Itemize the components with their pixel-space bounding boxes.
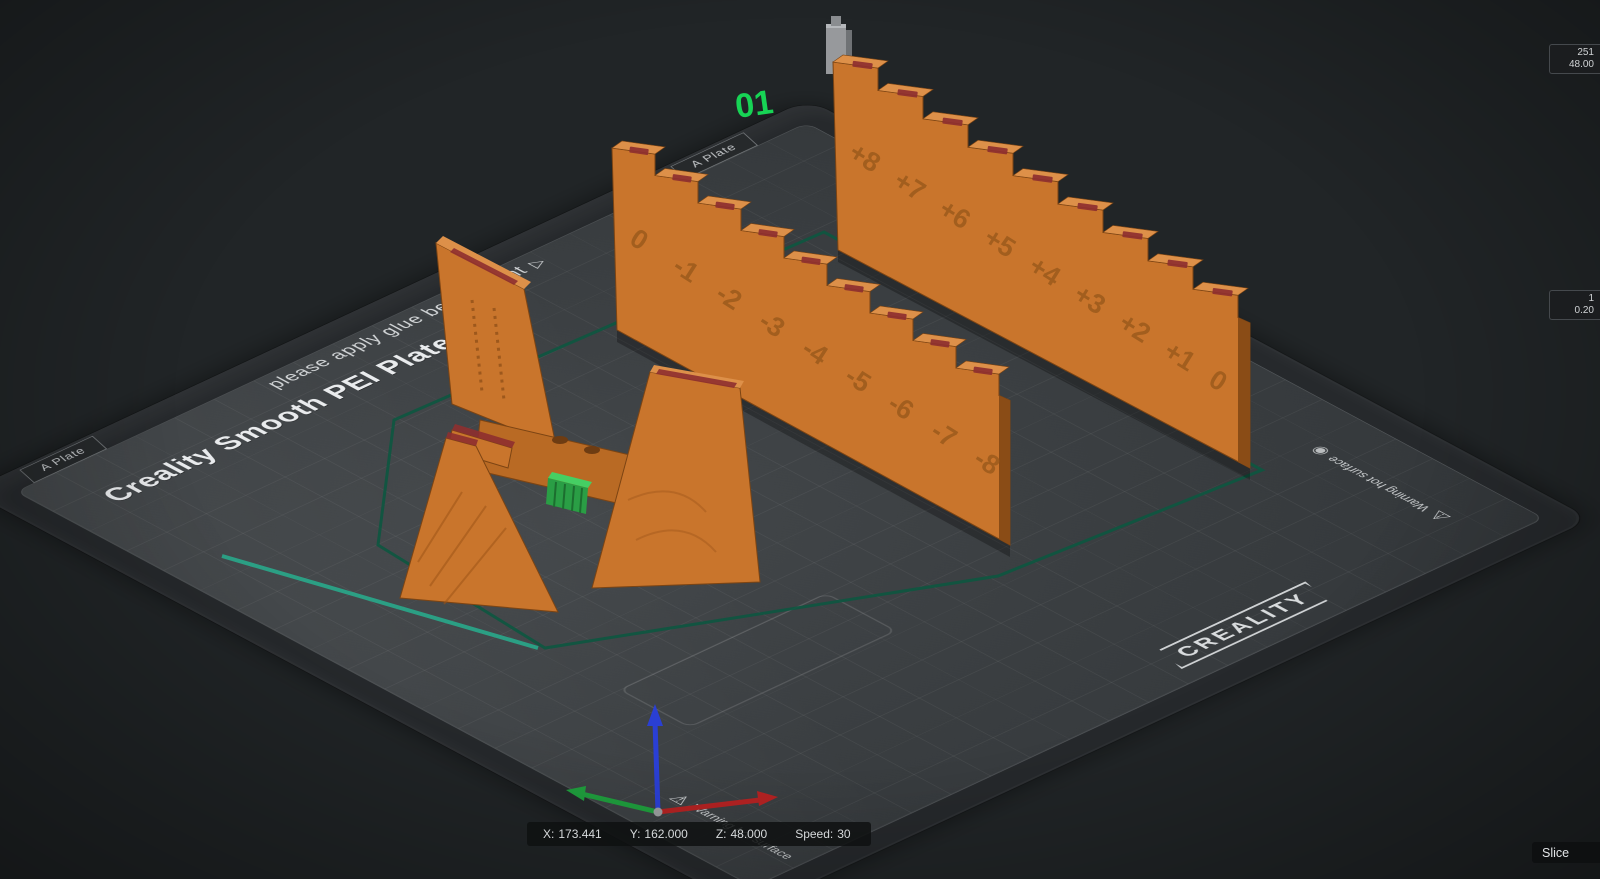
axis-z-arrow — [655, 722, 658, 812]
slice-button[interactable]: Slice — [1532, 842, 1600, 863]
status-z: Z:48.000 — [716, 827, 771, 841]
tower-side — [999, 396, 1010, 546]
status-x-value: 173.441 — [558, 827, 601, 841]
axis-z-arrowhead — [647, 704, 663, 726]
layer-slider-bottom-indicator[interactable]: 1 0.20 — [1549, 290, 1600, 320]
tower-side — [1238, 318, 1250, 468]
axis-x-arrow — [658, 800, 760, 812]
slice-button-label: Slice — [1542, 846, 1569, 860]
slicer-viewport: A Plate A Plate please apply glue before… — [0, 0, 1600, 879]
status-y-value: 162.000 — [644, 827, 687, 841]
layer-slider-top-indicator[interactable]: 251 48.00 — [1549, 44, 1600, 74]
status-bar: X: 173.441 Y:162.000 Z:48.000 Speed: 30 — [527, 822, 871, 846]
scene-overlay: +8 +7 +6 +5 +4 +3 +2 +1 0 — [0, 0, 1600, 879]
fixture-hole — [552, 436, 568, 444]
axis-gizmo — [566, 704, 778, 817]
status-y: Y:162.000 — [630, 827, 692, 841]
status-y-label: Y: — [630, 827, 641, 841]
layer-top-number: 251 — [1556, 47, 1594, 59]
axis-x-arrowhead — [757, 791, 778, 806]
status-z-label: Z: — [716, 827, 727, 841]
layer-bottom-height: 0.20 — [1556, 305, 1594, 317]
axis-y-arrow — [582, 794, 658, 812]
status-x-label: X: — [543, 827, 554, 841]
status-x: X: 173.441 — [543, 827, 606, 841]
status-speed: Speed: 30 — [795, 827, 854, 841]
status-speed-label: Speed: — [795, 827, 833, 841]
layer-top-height: 48.00 — [1556, 59, 1594, 71]
axis-y-arrowhead — [566, 786, 586, 801]
plate-number-label: 01 — [733, 83, 776, 126]
status-speed-value: 30 — [837, 827, 850, 841]
layer-bottom-number: 1 — [1556, 293, 1594, 305]
fixture-hole — [584, 446, 600, 454]
status-z-value: 48.000 — [730, 827, 767, 841]
axis-origin — [654, 808, 663, 817]
